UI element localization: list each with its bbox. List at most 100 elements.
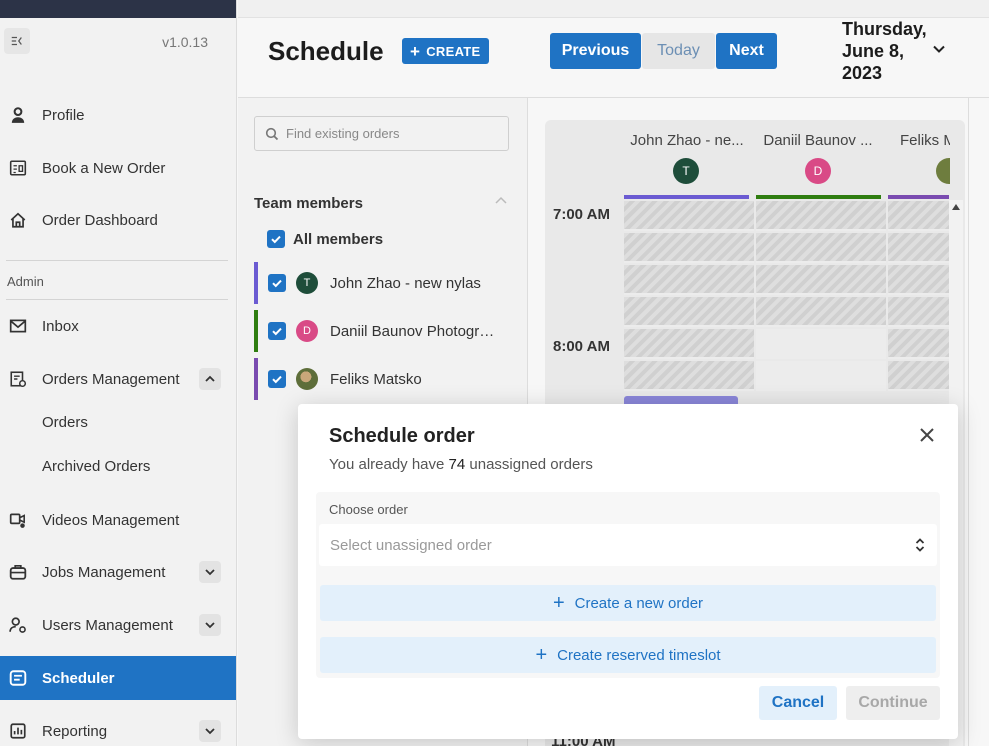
subtitle-prefix: You already have (329, 456, 449, 473)
sidebar-item-reporting[interactable]: Reporting (0, 709, 236, 746)
collapse-sidebar-button[interactable] (4, 28, 30, 54)
checkbox-checked-icon[interactable] (268, 370, 286, 388)
time-slot[interactable] (624, 329, 754, 359)
subtitle-suffix: unassigned orders (465, 456, 593, 473)
sidebar-divider (6, 260, 228, 261)
plus-icon: + (552, 592, 565, 614)
team-member-row[interactable]: Feliks Matsko (254, 358, 509, 400)
time-slot[interactable] (888, 297, 949, 327)
sidebar-item-jobs-management[interactable]: Jobs Management (0, 550, 236, 594)
sidebar-item-book-order[interactable]: Book a New Order (0, 146, 236, 190)
calendar-column-header: John Zhao - ne... (630, 132, 744, 149)
sidebar-item-orders-management[interactable]: Orders Management (0, 357, 236, 401)
order-select[interactable]: Select unassigned order (319, 524, 937, 566)
member-name: Feliks Matsko (330, 370, 422, 388)
search-input[interactable] (286, 126, 496, 141)
page-title: Schedule (268, 36, 384, 66)
time-slot[interactable] (756, 297, 886, 327)
time-slot[interactable] (756, 201, 886, 231)
time-slot[interactable] (888, 361, 949, 391)
unassigned-count: 74 (448, 456, 466, 473)
reporting-icon (8, 721, 28, 741)
chevron-down-icon[interactable] (199, 614, 221, 636)
search-icon (265, 127, 279, 140)
time-slot[interactable] (888, 233, 949, 263)
avatar: T (296, 272, 318, 294)
time-slot[interactable] (624, 265, 754, 295)
chevron-down-icon[interactable] (199, 720, 221, 742)
time-slot[interactable] (756, 233, 886, 263)
all-members-checkbox[interactable]: All members (267, 230, 383, 248)
member-name: John Zhao - new nylas (330, 274, 481, 292)
chevron-down-icon[interactable] (932, 42, 946, 56)
time-label: 7:00 AM (553, 206, 610, 223)
create-new-order-button[interactable]: + Create a new order (320, 585, 936, 621)
sidebar-subitem-orders[interactable]: Orders (42, 414, 88, 431)
sidebar-item-videos-management[interactable]: Videos Management (0, 498, 236, 542)
sidebar-item-profile[interactable]: Profile (0, 93, 236, 137)
time-slot[interactable] (624, 361, 754, 391)
scroll-up-icon (952, 204, 960, 210)
avatar (936, 158, 950, 184)
modal-subtitle: You already have 74 unassigned orders (329, 456, 593, 473)
previous-button[interactable]: Previous (550, 33, 641, 69)
team-member-row[interactable]: D Daniil Baunov Photographer (254, 310, 509, 352)
chevron-down-icon[interactable] (199, 561, 221, 583)
member-color-bar (254, 358, 258, 400)
checkbox-checked-icon[interactable] (268, 322, 286, 340)
sidebar-item-label: Scheduler (42, 669, 115, 687)
date-day[interactable]: June 8, (842, 41, 904, 62)
time-slot[interactable] (624, 297, 754, 327)
sidebar-item-label: Reporting (42, 722, 108, 740)
sidebar-item-label: Inbox (42, 317, 79, 335)
sidebar-item-order-dashboard[interactable]: Order Dashboard (0, 198, 236, 242)
app-version: v1.0.13 (162, 34, 208, 50)
sidebar-item-label: Users Management (42, 616, 173, 634)
sidebar-item-label: Order Dashboard (42, 211, 158, 229)
users-icon (8, 615, 28, 635)
video-icon (8, 510, 28, 530)
jobs-icon (8, 562, 28, 582)
create-button[interactable]: + CREATE (402, 38, 489, 64)
checkbox-checked-icon[interactable] (268, 274, 286, 292)
time-slot[interactable] (756, 361, 886, 391)
avatar: D (296, 320, 318, 342)
today-button[interactable]: Today (642, 33, 715, 69)
sidebar-item-scheduler[interactable]: Scheduler (0, 656, 236, 700)
time-slot[interactable] (756, 265, 886, 295)
plus-icon: + (535, 644, 548, 666)
sidebar-item-users-management[interactable]: Users Management (0, 603, 236, 647)
time-slot[interactable] (624, 201, 754, 231)
create-reserved-timeslot-button[interactable]: + Create reserved timeslot (320, 637, 936, 673)
date-year[interactable]: 2023 (842, 63, 882, 84)
team-member-row[interactable]: T John Zhao - new nylas (254, 262, 509, 304)
create-reserved-timeslot-label: Create reserved timeslot (557, 646, 721, 664)
orders-icon (8, 369, 28, 389)
create-button-label: CREATE (426, 43, 481, 59)
time-slot[interactable] (888, 265, 949, 295)
chevron-up-icon[interactable] (199, 368, 221, 390)
avatar (296, 368, 318, 390)
collapse-icon (11, 36, 22, 46)
continue-button[interactable]: Continue (846, 686, 940, 720)
avatar: T (673, 158, 699, 184)
create-new-order-label: Create a new order (574, 594, 704, 612)
time-slot[interactable] (888, 201, 949, 231)
cancel-button[interactable]: Cancel (759, 686, 837, 720)
checkbox-checked-icon (267, 230, 285, 248)
date-weekday[interactable]: Thursday, (842, 19, 927, 40)
chevron-up-icon[interactable] (494, 194, 508, 208)
right-panel-edge (968, 98, 989, 746)
sidebar-subitem-archived-orders[interactable]: Archived Orders (42, 458, 150, 475)
sidebar-item-inbox[interactable]: Inbox (0, 304, 236, 348)
sidebar-item-label: Jobs Management (42, 563, 166, 581)
time-slot[interactable] (756, 329, 886, 359)
home-icon (8, 210, 28, 230)
next-button[interactable]: Next (716, 33, 777, 69)
order-search[interactable] (254, 116, 509, 151)
time-slot[interactable] (888, 329, 949, 359)
modal-form: Choose order Select unassigned order + C… (316, 492, 940, 678)
close-button[interactable] (916, 424, 938, 446)
time-slot[interactable] (624, 233, 754, 263)
sidebar-section-admin: Admin (7, 274, 44, 289)
